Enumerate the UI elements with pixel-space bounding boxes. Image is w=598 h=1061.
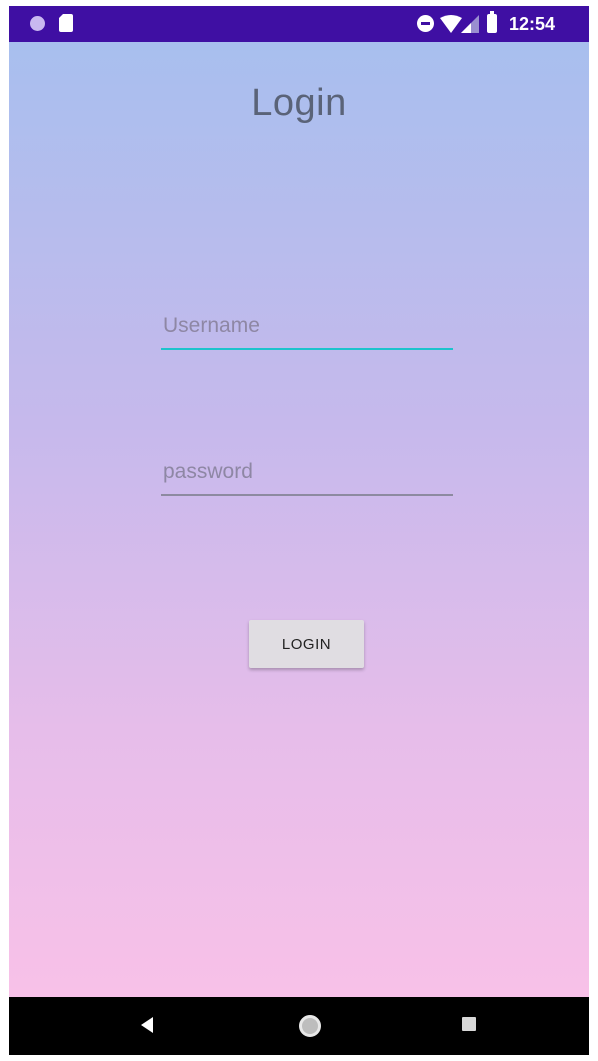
status-bar: 12:54	[9, 6, 589, 42]
username-underline	[161, 348, 453, 350]
login-screen: Login LOGIN	[9, 42, 589, 997]
battery-icon	[487, 11, 497, 33]
password-field[interactable]	[161, 452, 453, 496]
status-time: 12:54	[509, 14, 556, 34]
signal-icon	[461, 15, 479, 33]
do-not-disturb-icon	[417, 15, 434, 32]
page-title: Login	[251, 82, 347, 124]
username-field[interactable]	[161, 306, 453, 350]
phone-screen: 12:54 Login LOGIN	[9, 6, 589, 1055]
back-icon[interactable]	[141, 1017, 153, 1033]
password-input[interactable]	[161, 452, 453, 492]
wifi-icon	[440, 15, 462, 33]
page: 12:54 Login LOGIN	[0, 0, 598, 1061]
username-input[interactable]	[161, 306, 453, 346]
sd-card-icon	[59, 14, 73, 32]
password-underline	[161, 494, 453, 496]
notification-dot-icon	[30, 16, 45, 31]
home-icon[interactable]	[299, 1015, 321, 1037]
recents-icon[interactable]	[462, 1017, 476, 1031]
login-button[interactable]: LOGIN	[249, 620, 364, 668]
navigation-bar	[9, 997, 589, 1055]
